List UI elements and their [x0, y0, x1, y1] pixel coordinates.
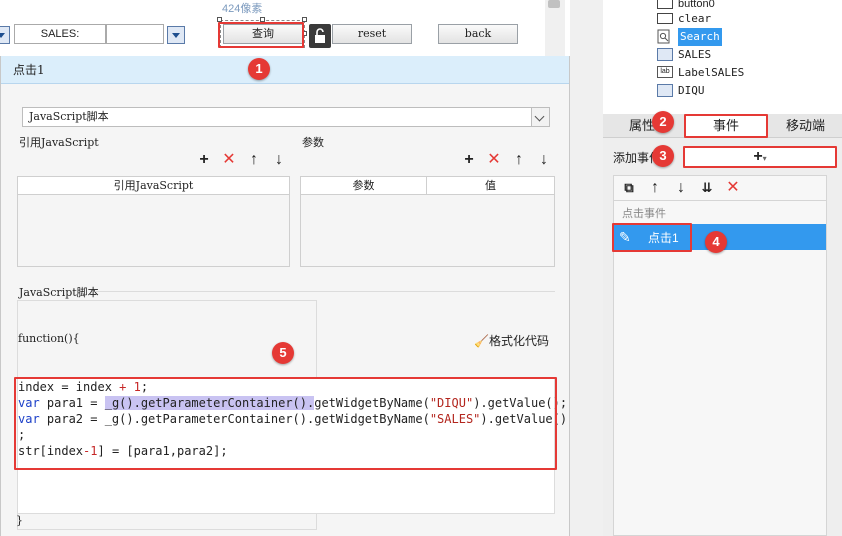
step-badge-4: 4: [705, 231, 727, 253]
annotation-box-2: [684, 114, 768, 138]
broom-icon: 🧹: [474, 334, 489, 348]
event-group-header: 点击事件: [622, 208, 666, 220]
back-button[interactable]: back: [438, 24, 518, 44]
script-type-value: JavaScript脚本: [29, 110, 109, 123]
step-badge-5: 5: [272, 342, 294, 364]
format-code-label: 格式化代码: [488, 334, 549, 348]
script-section-label: JavaScript脚本: [19, 286, 99, 299]
event-edit-dialog: 点击1 JavaScript脚本 引用JavaScript 参数 + ✕ ↑ ↓…: [0, 56, 570, 536]
function-open: function(){: [18, 332, 80, 345]
dialog-title: 点击1: [1, 56, 569, 84]
label-icon: lab: [657, 66, 673, 78]
button-icon: [657, 13, 673, 24]
delete-param-icon[interactable]: ✕: [485, 151, 503, 169]
panel-gap: [570, 0, 603, 536]
move-down-icon[interactable]: ↓: [672, 179, 690, 197]
format-code-button[interactable]: 🧹格式化代码: [474, 332, 549, 349]
combo-dropdown-icon[interactable]: [0, 26, 10, 44]
canvas-scrollbar[interactable]: [545, 0, 565, 56]
design-canvas: SALES: 424像素 查询 reset back: [0, 0, 545, 56]
function-close: }: [16, 514, 23, 527]
search-widget-icon: [657, 29, 671, 44]
button-icon: [657, 0, 673, 9]
move-down-icon[interactable]: ↓: [270, 151, 288, 169]
step-badge-1: 1: [248, 58, 270, 80]
move-up-icon[interactable]: ↑: [245, 151, 263, 169]
size-label: 424像素: [222, 3, 263, 15]
params-label: 参数: [302, 137, 324, 149]
ref-js-column-header: 引用JavaScript: [18, 177, 289, 195]
annotation-box-1: [218, 22, 304, 48]
widget-tree[interactable]: button0 clear Search SALES lab LabelSALE…: [603, 0, 842, 114]
annotation-box-5: [14, 377, 557, 470]
add-param-icon[interactable]: +: [460, 151, 478, 169]
copy-icon[interactable]: ⧉: [620, 179, 638, 197]
annotation-box-3: [683, 146, 837, 168]
reset-button[interactable]: reset: [332, 24, 412, 44]
tree-item-selected[interactable]: Search: [657, 28, 722, 46]
params-column-header: 参数: [301, 177, 427, 195]
annotation-box-4: [612, 223, 692, 252]
delete-icon[interactable]: ✕: [220, 151, 238, 169]
params-table[interactable]: 参数 值: [300, 176, 555, 267]
move-param-down-icon[interactable]: ↓: [535, 151, 553, 169]
sales-label-widget[interactable]: SALES:: [14, 24, 106, 44]
right-panel: button0 clear Search SALES lab LabelSALE…: [603, 0, 842, 536]
move-up-icon[interactable]: ↑: [646, 179, 664, 197]
event-toolbar: ⧉ ↑ ↓ ⇊ ✕: [613, 175, 827, 201]
add-icon[interactable]: +: [195, 151, 213, 169]
sales-input-widget[interactable]: [106, 24, 164, 44]
combo-icon: [657, 84, 673, 97]
ref-js-label: 引用JavaScript: [19, 136, 99, 149]
tab-mobile[interactable]: 移动端: [769, 114, 842, 138]
ref-js-table[interactable]: 引用JavaScript: [17, 176, 290, 267]
chevron-down-icon[interactable]: [531, 108, 549, 126]
section-divider: [95, 291, 555, 292]
step-badge-3: 3: [652, 145, 674, 167]
script-type-select[interactable]: JavaScript脚本: [22, 107, 550, 127]
step-badge-2: 2: [652, 111, 674, 133]
value-column-header: 值: [427, 177, 554, 195]
lock-icon[interactable]: [309, 24, 331, 48]
sales-combo-arrow-icon[interactable]: [167, 26, 185, 44]
move-bottom-icon[interactable]: ⇊: [698, 179, 716, 197]
delete-event-icon[interactable]: ✕: [724, 179, 742, 197]
move-param-up-icon[interactable]: ↑: [510, 151, 528, 169]
scrollbar-thumb[interactable]: [548, 0, 560, 8]
combo-icon: [657, 48, 673, 61]
